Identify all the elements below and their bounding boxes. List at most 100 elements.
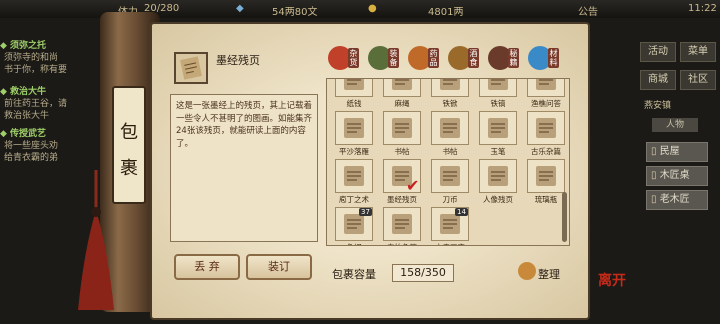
menu-button[interactable]: 菜单 [680, 42, 716, 62]
item-slot[interactable] [431, 79, 469, 97]
item-slot[interactable] [479, 111, 517, 145]
quest-line: 将一些座头劝 [4, 141, 59, 151]
item-slot[interactable] [383, 111, 421, 145]
tab-category-1[interactable]: 装备 [366, 44, 399, 72]
item-icon [344, 79, 364, 90]
item-slot[interactable]: ✔ [383, 159, 421, 195]
bind-button[interactable]: 装订 [246, 254, 312, 280]
item-name: 玉笔 [490, 147, 506, 156]
quest-line: 书于你，称有要 [4, 65, 68, 75]
notice-button[interactable]: 公告 [578, 3, 598, 18]
item-icon [392, 118, 412, 138]
bag-title-char: 裹 [120, 158, 138, 179]
item-slot[interactable] [383, 79, 421, 97]
tab-label: 药品 [428, 48, 439, 68]
tab-category-0[interactable]: 杂货 [326, 44, 359, 72]
quest-item[interactable]: ◆ 救治大牛 前往药王谷，请 救治张大牛 [0, 86, 110, 122]
item-slot[interactable] [527, 111, 565, 145]
item-slot[interactable] [431, 111, 469, 145]
item-name: 文房四宝 [427, 242, 473, 245]
item-icon [488, 79, 508, 90]
shop-button[interactable]: 商城 [640, 70, 676, 90]
tab-category-4[interactable]: 秘籍 [486, 44, 519, 72]
quest-title: ◆ 救治大牛 [0, 87, 47, 97]
tab-label: 酒食 [468, 48, 479, 68]
item-name: 铁镐 [490, 99, 506, 108]
npc-minwu[interactable]: ▯ 民屋 [646, 142, 708, 162]
item-icon [536, 79, 556, 90]
item-slot[interactable] [335, 159, 373, 193]
selected-item-name: 墨经残页 [216, 54, 260, 67]
capacity-label: 包裹容量 [332, 268, 376, 281]
quest-line: 前往药王谷，请 [4, 99, 68, 109]
tab-people[interactable]: 人物 [652, 118, 698, 132]
quest-line: 救治张大牛 [4, 111, 50, 121]
item-name: 鱼饵 [331, 242, 377, 245]
bag-title-char: 包 [120, 122, 138, 143]
capacity-value: 158/350 [392, 264, 454, 282]
leave-logo[interactable]: 离开 [598, 270, 626, 290]
item-quantity: 37 [359, 208, 372, 216]
npc-carpenter[interactable]: ▯ 老木匠 [646, 190, 708, 210]
item-icon [440, 79, 460, 90]
selected-item-icon [174, 52, 208, 84]
sort-button[interactable]: 整理 [538, 266, 560, 282]
grid-scrollbar[interactable] [562, 192, 567, 242]
activity-button[interactable]: 活动 [640, 42, 676, 62]
item-name: 麻绳 [394, 99, 410, 108]
item-name: 铁锨 [442, 99, 458, 108]
item-icon [392, 214, 412, 234]
discard-button[interactable]: 丢 弃 [174, 254, 240, 280]
item-name: 书帖 [442, 147, 458, 156]
tab-label: 杂货 [348, 48, 359, 68]
bag-title-tag: 包 裹 [112, 86, 146, 204]
coin-icon: ◆ [236, 3, 244, 14]
item-slot[interactable] [335, 79, 373, 97]
item-name: 平沙落雁 [339, 147, 369, 156]
npc-label: 木匠桌 [659, 170, 690, 181]
quest-line: 须弥寺的和尚 [4, 53, 59, 63]
item-slot[interactable] [335, 111, 373, 145]
npc-woodtable[interactable]: ▯ 木匠桌 [646, 166, 708, 186]
item-slot[interactable] [479, 159, 517, 193]
item-grid: 纸钱 麻绳 铁锨 铁镐 渔樵问答 平沙落雁 书帖 书帖 玉笔 古乐杂篇 庖丁之术 ✔ 墨经残页 刀币 人像残… [326, 78, 570, 246]
quest-item[interactable]: ◆ 须弥之托 须弥寺的和尚 书于你，称有要 [0, 40, 110, 76]
tab-category-3[interactable]: 酒食 [446, 44, 479, 72]
item-name: 渔樵问答 [531, 99, 561, 108]
tab-category-2[interactable]: 药品 [406, 44, 439, 72]
item-icon [536, 166, 556, 186]
item-icon [344, 118, 364, 138]
checkmark-icon: ✔ [406, 176, 420, 195]
npc-label: 民屋 [659, 146, 680, 157]
quest-item[interactable]: ◆ 传授武艺 将一些座头劝 给青衣霸的弟 [0, 128, 110, 164]
item-name: 人像残页 [483, 195, 513, 204]
item-name: 古乐杂篇 [531, 147, 561, 156]
item-icon [440, 118, 460, 138]
item-name: 纸钱 [346, 99, 362, 108]
item-icon [536, 118, 556, 138]
gold-value: 4801两 [428, 7, 464, 18]
quest-line: 给青衣霸的弟 [4, 153, 59, 163]
item-icon [488, 118, 508, 138]
item-description: 这是一张墨经上的残页，其上记载着一些令人不甚明了的图画。如能集齐24张该残页，就… [170, 94, 318, 242]
sort-bag-icon[interactable] [518, 262, 536, 280]
item-icon [488, 166, 508, 186]
item-icon [392, 79, 412, 90]
item-icon [440, 166, 460, 186]
tab-category-5[interactable]: 材料 [526, 44, 559, 72]
item-slot[interactable] [431, 159, 469, 193]
location-label: 燕安镇 [644, 101, 672, 111]
item-name: 青竹鱼竿 [379, 242, 425, 245]
item-slot[interactable] [383, 207, 421, 241]
social-button[interactable]: 社区 [680, 70, 716, 90]
clock: 11:22 [688, 3, 717, 14]
tab-label: 装备 [388, 48, 399, 68]
item-quantity: 14 [455, 208, 468, 216]
item-name: 墨经残页 [387, 195, 417, 204]
quest-title: ◆ 须弥之托 [0, 41, 47, 51]
money-value: 54两80文 [272, 7, 318, 18]
item-slot[interactable] [527, 79, 565, 97]
item-slot[interactable] [479, 79, 517, 97]
item-slot[interactable] [527, 159, 565, 193]
quest-title: ◆ 传授武艺 [0, 129, 47, 139]
